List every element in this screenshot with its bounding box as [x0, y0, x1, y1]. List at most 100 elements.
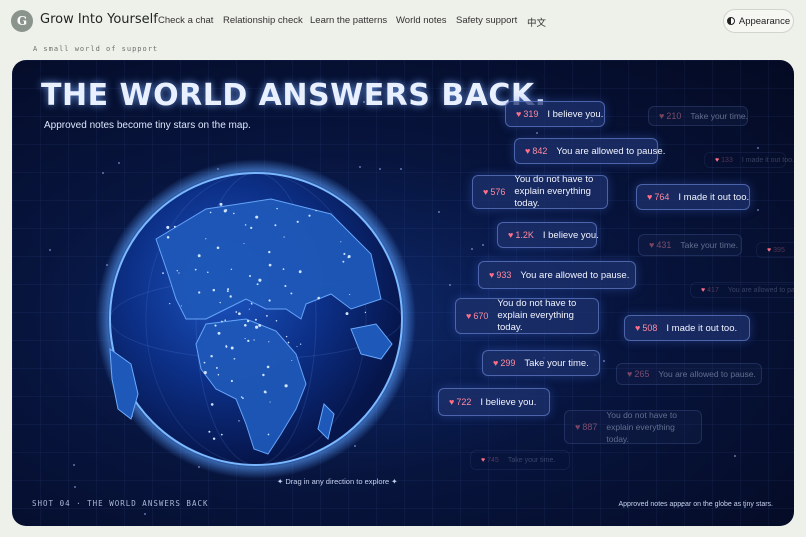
- note-text: Take your time.: [690, 111, 749, 121]
- city-light: [219, 301, 221, 304]
- note-card[interactable]: 508 I made it out too.: [624, 315, 750, 341]
- note-card[interactable]: 1.2K I believe you.: [497, 222, 599, 248]
- city-light: [219, 202, 223, 206]
- city-light: [290, 292, 293, 295]
- note-card[interactable]: 210 Take your time.: [648, 106, 748, 126]
- city-light: [296, 220, 299, 223]
- city-light: [308, 214, 311, 217]
- city-light: [254, 318, 257, 321]
- note-card[interactable]: 933 You are allowed to pause.: [478, 261, 636, 289]
- note-card[interactable]: 299 Take your time.: [482, 350, 600, 376]
- city-light: [349, 294, 351, 296]
- heart-count: 722: [449, 397, 471, 407]
- note-text: I made it out too.: [741, 156, 794, 164]
- city-light: [229, 295, 232, 298]
- star-dot: [73, 464, 75, 466]
- drag-hint: ✦ Drag in any direction to explore ✦: [277, 477, 398, 486]
- city-light: [299, 343, 302, 345]
- heart-count: 508: [635, 323, 657, 333]
- note-text: You are allowed to pause.: [556, 145, 666, 157]
- city-light: [212, 288, 216, 292]
- nav-language-chinese[interactable]: 中文: [527, 15, 546, 29]
- city-light: [207, 271, 209, 273]
- city-light: [364, 311, 367, 314]
- city-light: [243, 243, 245, 245]
- city-light: [173, 225, 176, 228]
- nav-check-a-chat[interactable]: Check a chat: [158, 15, 213, 26]
- note-card[interactable]: 395I believe you.: [756, 242, 794, 258]
- heart-count: 745: [481, 457, 499, 464]
- heart-count: 417: [701, 287, 719, 294]
- city-light: [247, 339, 250, 343]
- note-card[interactable]: 133 I made it out too.: [704, 152, 794, 168]
- city-light: [249, 275, 251, 277]
- city-light: [217, 373, 220, 376]
- note-card[interactable]: 764 I made it out too.: [636, 184, 750, 210]
- logo-icon[interactable]: G: [11, 10, 33, 32]
- city-light: [287, 341, 290, 344]
- city-light: [269, 401, 271, 403]
- note-card[interactable]: 745 Take your time.: [470, 450, 570, 470]
- nav-learn-the-patterns[interactable]: Learn the patterns: [310, 15, 387, 26]
- star-dot: [757, 147, 759, 149]
- city-light: [266, 315, 268, 317]
- note-card[interactable]: 431 Take your time.: [638, 234, 742, 256]
- city-light: [262, 373, 265, 377]
- city-light: [205, 238, 207, 240]
- brand-name[interactable]: Grow Into Yourself: [40, 12, 158, 27]
- city-light: [343, 252, 346, 255]
- heart-count: 395: [767, 247, 785, 254]
- city-light: [230, 346, 234, 350]
- note-text: I believe you.: [547, 108, 604, 120]
- city-light: [221, 320, 223, 323]
- city-light: [233, 357, 236, 360]
- note-card[interactable]: 670 You do not have to explain everything…: [455, 298, 599, 334]
- city-light: [256, 283, 259, 286]
- globe[interactable]: [96, 159, 416, 479]
- city-light: [283, 236, 285, 238]
- star-dot: [536, 132, 538, 134]
- world-stage[interactable]: THE WORLD ANSWERS BACK. Approved notes b…: [12, 60, 794, 526]
- city-light: [255, 215, 259, 219]
- city-light: [203, 361, 206, 364]
- nav-world-notes[interactable]: World notes: [396, 15, 447, 26]
- city-light: [233, 212, 235, 215]
- city-light: [284, 284, 287, 288]
- city-light: [215, 366, 218, 369]
- city-light: [217, 331, 221, 335]
- heart-count: 299: [493, 358, 515, 368]
- city-light: [258, 278, 262, 282]
- contrast-icon: [726, 17, 735, 25]
- city-light: [317, 296, 320, 300]
- note-text: You are allowed to pause.: [658, 369, 756, 379]
- city-light: [268, 299, 271, 302]
- note-card[interactable]: 842 You are allowed to pause.: [514, 138, 665, 164]
- city-light: [176, 270, 178, 272]
- city-light: [230, 379, 233, 383]
- star-dot: [471, 248, 473, 250]
- city-light: [347, 255, 351, 258]
- city-light: [274, 224, 277, 227]
- nav-relationship-check[interactable]: Relationship check: [223, 15, 303, 26]
- headline: THE WORLD ANSWERS BACK.: [41, 78, 547, 113]
- note-card[interactable]: 722 I believe you.: [438, 388, 550, 416]
- star-dot: [449, 284, 451, 286]
- note-text: You are allowed to pause.: [727, 286, 794, 294]
- note-text: Take your time.: [507, 456, 556, 464]
- shot-label: SHOT 04 · THE WORLD ANSWERS BACK: [32, 499, 209, 508]
- heart-count: 670: [466, 311, 488, 321]
- city-light: [214, 324, 217, 327]
- note-card[interactable]: 417 You are allowed to pause.: [690, 282, 794, 298]
- city-light: [291, 360, 293, 361]
- city-light: [227, 288, 230, 291]
- note-card[interactable]: 887 You do not have to explain everything…: [564, 410, 702, 444]
- appearance-button[interactable]: Appearance: [723, 9, 794, 33]
- note-card[interactable]: 319 I believe you.: [505, 101, 605, 127]
- nav-safety-support[interactable]: Safety support: [456, 15, 517, 26]
- note-text: I made it out too.: [678, 191, 750, 203]
- note-card[interactable]: 576 You do not have to explain everything…: [472, 174, 608, 209]
- note-card[interactable]: 265 You are allowed to pause.: [616, 363, 762, 385]
- city-light: [224, 319, 227, 322]
- city-light: [275, 320, 278, 322]
- tagline: A small world of support: [33, 45, 159, 53]
